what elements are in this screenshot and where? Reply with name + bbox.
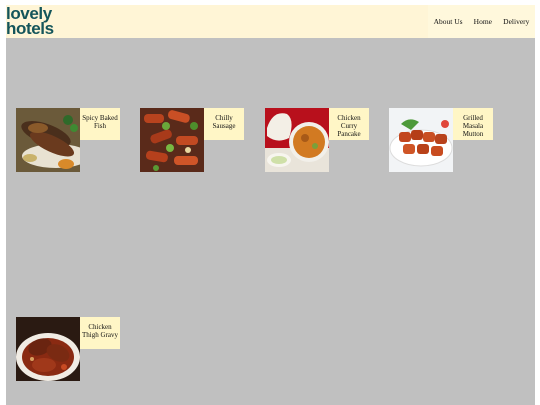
main-nav: About Us Home Delivery (428, 5, 535, 38)
dish-card[interactable]: Spicy Baked Fish (16, 108, 120, 172)
nav-about-us[interactable]: About Us (434, 17, 463, 26)
page-frame: lovely hotels About Us Home Delivery Spi… (6, 5, 535, 405)
dish-label[interactable]: Spicy Baked Fish (80, 108, 120, 140)
chilli-sausage-photo[interactable] (140, 108, 204, 172)
masala-mutton-photo[interactable] (389, 108, 453, 172)
dish-label[interactable]: Chicken Thigh Gravy (80, 317, 120, 349)
brand-logo[interactable]: lovely hotels (6, 5, 72, 38)
nav-home[interactable]: Home (474, 17, 492, 26)
curry-pancake-photo[interactable] (265, 108, 329, 172)
logo-line-2: hotels (6, 19, 54, 38)
dish-card[interactable]: Grilled Masala Mutton (389, 108, 493, 172)
grilled-fish-photo[interactable] (16, 108, 80, 172)
chicken-gravy-photo[interactable] (16, 317, 80, 381)
dish-card[interactable]: Chicken Thigh Gravy (16, 317, 120, 381)
site-header: lovely hotels About Us Home Delivery (6, 5, 535, 38)
dish-label[interactable]: Chicken Curry Pancake (329, 108, 369, 140)
dish-label[interactable]: Grilled Masala Mutton (453, 108, 493, 140)
dish-card[interactable]: Chicken Curry Pancake (265, 108, 369, 172)
dish-card[interactable]: Chilly Sausage (140, 108, 244, 172)
dish-label[interactable]: Chilly Sausage (204, 108, 244, 140)
nav-delivery[interactable]: Delivery (503, 17, 529, 26)
